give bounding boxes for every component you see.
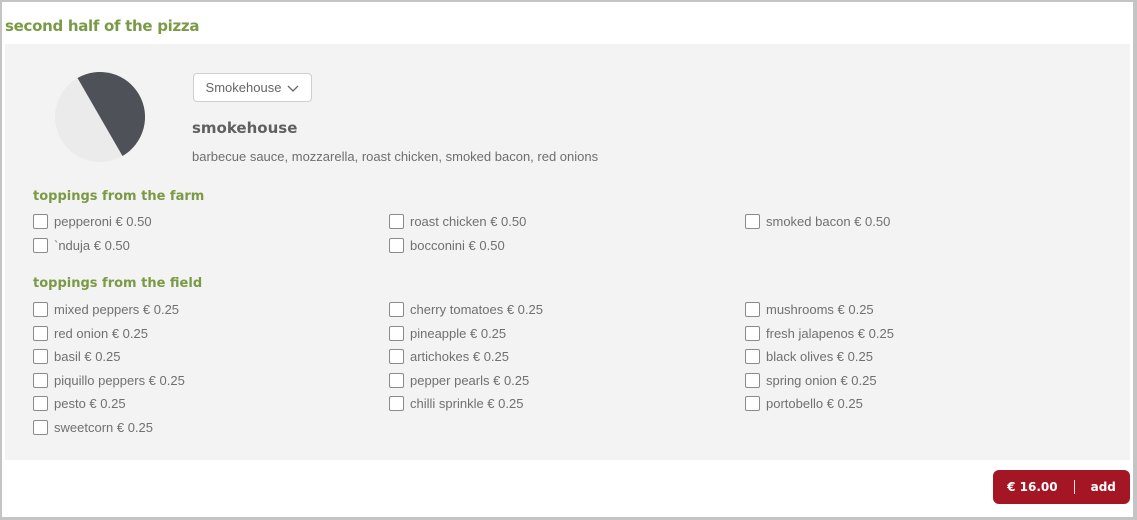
topping-label: fresh jalapenos € 0.25 (766, 325, 894, 341)
topping-label: artichokes € 0.25 (410, 349, 510, 365)
topping-option[interactable]: bocconini € 0.50 (389, 234, 745, 258)
topping-option[interactable]: artichokes € 0.25 (389, 345, 745, 369)
checkbox[interactable] (33, 237, 48, 253)
topping-label: basil € 0.25 (54, 349, 121, 365)
pizza-select-value: Smokehouse (205, 80, 282, 95)
pizza-half-indicator (55, 72, 145, 162)
topping-option[interactable]: cherry tomatoes € 0.25 (389, 298, 745, 322)
pizza-description: barbecue sauce, mozzarella, roast chicke… (192, 149, 599, 164)
topping-label: pesto € 0.25 (54, 396, 126, 412)
topping-option[interactable]: mushrooms € 0.25 (745, 298, 1101, 322)
checkbox[interactable] (389, 302, 404, 318)
checkbox[interactable] (745, 325, 760, 341)
topping-option[interactable]: pepper pearls € 0.25 (389, 369, 745, 393)
topping-option[interactable]: black olives € 0.25 (745, 345, 1101, 369)
topping-option[interactable]: mixed peppers € 0.25 (33, 298, 389, 322)
pizza-name: smokehouse (192, 119, 298, 137)
checkbox[interactable] (745, 302, 760, 318)
checkbox[interactable] (745, 372, 760, 388)
pizza-select[interactable]: Smokehouse (193, 73, 312, 102)
topping-option[interactable]: smoked bacon € 0.50 (745, 210, 1101, 234)
section-title: second half of the pizza (5, 17, 200, 35)
checkbox[interactable] (745, 396, 760, 412)
topping-label: pepper pearls € 0.25 (410, 372, 530, 388)
checkbox[interactable] (33, 349, 48, 365)
topping-label: piquillo peppers € 0.25 (54, 372, 185, 388)
checkbox[interactable] (389, 214, 404, 230)
topping-label: sweetcorn € 0.25 (54, 419, 154, 435)
checkbox[interactable] (389, 372, 404, 388)
checkbox[interactable] (389, 237, 404, 253)
checkbox[interactable] (33, 302, 48, 318)
topping-label: spring onion € 0.25 (766, 372, 877, 388)
checkbox[interactable] (389, 325, 404, 341)
farm-toppings-list: pepperoni € 0.50 roast chicken € 0.50 sm… (33, 210, 1113, 257)
topping-option[interactable]: pesto € 0.25 (33, 392, 389, 416)
topping-option[interactable]: pineapple € 0.25 (389, 322, 745, 346)
add-label: add (1090, 480, 1116, 494)
topping-option[interactable]: pepperoni € 0.50 (33, 210, 389, 234)
topping-label: bocconini € 0.50 (410, 237, 505, 253)
topping-option[interactable]: fresh jalapenos € 0.25 (745, 322, 1101, 346)
checkbox[interactable] (745, 214, 760, 230)
topping-label: cherry tomatoes € 0.25 (410, 302, 543, 318)
chevron-down-icon (287, 85, 299, 92)
topping-label: smoked bacon € 0.50 (766, 214, 891, 230)
add-to-order-button[interactable]: € 16.00 add (993, 470, 1130, 504)
topping-option[interactable]: basil € 0.25 (33, 345, 389, 369)
checkbox[interactable] (33, 396, 48, 412)
topping-option[interactable]: sweetcorn € 0.25 (33, 416, 389, 440)
topping-label: pineapple € 0.25 (410, 325, 507, 341)
topping-label: mushrooms € 0.25 (766, 302, 874, 318)
topping-option[interactable]: portobello € 0.25 (745, 392, 1101, 416)
topping-label: `nduja € 0.50 (54, 237, 130, 253)
checkbox[interactable] (33, 419, 48, 435)
button-divider (1073, 480, 1075, 494)
pizza-half-panel: Smokehouse smokehouse barbecue sauce, mo… (5, 44, 1130, 460)
field-toppings-title: toppings from the field (33, 276, 203, 291)
topping-option[interactable]: piquillo peppers € 0.25 (33, 369, 389, 393)
topping-label: roast chicken € 0.50 (410, 214, 527, 230)
price-label: € 16.00 (1007, 480, 1058, 494)
checkbox[interactable] (389, 349, 404, 365)
field-toppings-list: mixed peppers € 0.25 cherry tomatoes € 0… (33, 298, 1113, 439)
topping-option[interactable]: roast chicken € 0.50 (389, 210, 745, 234)
checkbox[interactable] (33, 325, 48, 341)
checkbox[interactable] (745, 349, 760, 365)
topping-label: chilli sprinkle € 0.25 (410, 396, 524, 412)
topping-label: black olives € 0.25 (766, 349, 873, 365)
checkbox[interactable] (33, 372, 48, 388)
topping-option[interactable]: chilli sprinkle € 0.25 (389, 392, 745, 416)
topping-option[interactable]: `nduja € 0.50 (33, 234, 389, 258)
checkbox[interactable] (33, 214, 48, 230)
checkbox[interactable] (389, 396, 404, 412)
page-frame: second half of the pizza Smokehouse smok… (2, 2, 1133, 517)
topping-option[interactable]: red onion € 0.25 (33, 322, 389, 346)
topping-label: mixed peppers € 0.25 (54, 302, 180, 318)
topping-option[interactable]: spring onion € 0.25 (745, 369, 1101, 393)
topping-label: pepperoni € 0.50 (54, 214, 152, 230)
topping-label: portobello € 0.25 (766, 396, 863, 412)
topping-label: red onion € 0.25 (54, 325, 148, 341)
farm-toppings-title: toppings from the farm (33, 189, 205, 204)
